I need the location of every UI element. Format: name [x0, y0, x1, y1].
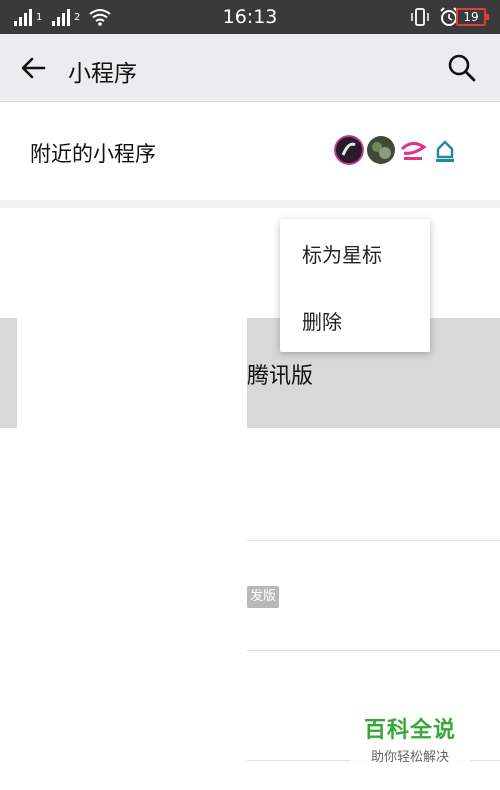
- nearby-mini-programs-row[interactable]: 附近的小程序: [0, 102, 500, 201]
- arrow-left-icon[interactable]: [18, 52, 50, 84]
- dark-circle-logo: [334, 135, 364, 165]
- list-item-title: 腾讯版: [247, 364, 314, 389]
- vibrate-icon: [411, 8, 429, 26]
- watermark: 百科全说 助你轻松解决: [350, 712, 470, 772]
- header: 小程序: [0, 34, 500, 102]
- context-menu: 标为星标 删除: [280, 219, 430, 352]
- version-badge: 发版: [247, 586, 280, 608]
- blue-house-logo: [430, 135, 460, 165]
- green-circle-logo: [367, 136, 395, 164]
- divider-2: [247, 650, 500, 651]
- menu-item-star[interactable]: 标为星标: [302, 239, 382, 268]
- watermark-subtitle: 助你轻松解决: [370, 750, 449, 765]
- pink-brand-logo: [398, 135, 428, 165]
- battery-indicator: 19: [456, 8, 489, 26]
- watermark-title: 百科全说: [363, 718, 456, 743]
- overlay-panel: [17, 208, 247, 790]
- row-highlight-left: [0, 318, 17, 428]
- status-bar: 1 2 16:13 19: [0, 0, 500, 34]
- menu-item-delete[interactable]: 删除: [302, 306, 342, 335]
- divider: [247, 540, 500, 541]
- nearby-label: 附近的小程序: [30, 142, 156, 166]
- page-title: 小程序: [68, 61, 137, 87]
- search-icon[interactable]: [446, 52, 478, 84]
- nearby-logos: [334, 135, 460, 165]
